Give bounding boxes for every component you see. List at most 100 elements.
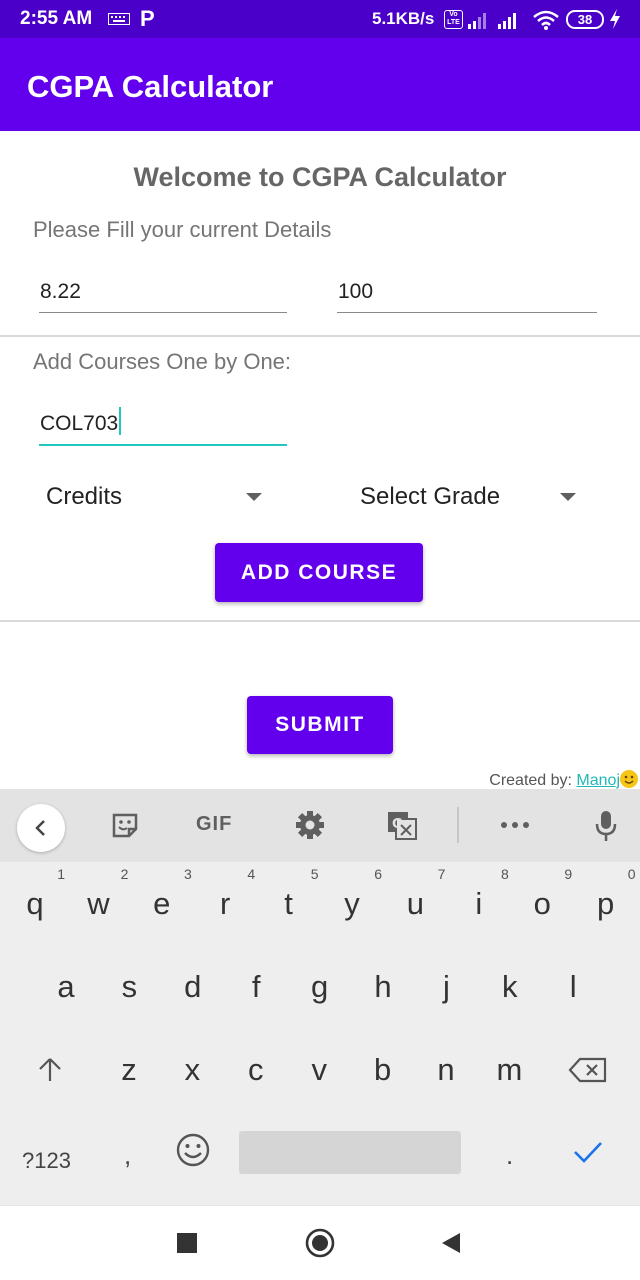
keyboard-toolbar: GIF G xyxy=(0,789,640,862)
key-l[interactable]: l xyxy=(541,949,605,1021)
credits-spinner[interactable]: Credits xyxy=(46,475,272,519)
current-cgpa-value: 8.22 xyxy=(40,280,81,303)
divider xyxy=(0,620,640,622)
key-hint: 1 xyxy=(57,866,65,882)
dropdown-arrow-icon xyxy=(246,493,262,501)
enter-check-icon[interactable] xyxy=(572,1138,604,1166)
key-label: i xyxy=(475,886,483,921)
author-link[interactable]: Manoj xyxy=(576,772,620,789)
volte-icon: Vo LTE xyxy=(444,10,463,29)
credits-footer: Created by: Manoj xyxy=(489,770,638,790)
key-hint: 0 xyxy=(627,866,636,882)
add-courses-label: Add Courses One by One: xyxy=(33,349,292,374)
current-credits-field[interactable]: 100 xyxy=(337,270,597,313)
key-label: u xyxy=(406,886,425,921)
key-hint: 2 xyxy=(120,866,129,882)
key-y[interactable]: y6 xyxy=(320,866,384,938)
backspace-key-icon[interactable] xyxy=(568,1056,608,1084)
period-key[interactable]: . xyxy=(506,1140,513,1171)
grade-spinner-label: Select Grade xyxy=(360,483,501,510)
key-n[interactable]: n xyxy=(414,1032,478,1104)
text-cursor xyxy=(119,407,122,435)
shift-key-icon[interactable] xyxy=(36,1056,64,1084)
dropdown-arrow-icon xyxy=(560,493,576,501)
key-label: v xyxy=(311,1052,327,1087)
recents-button-icon[interactable] xyxy=(177,1233,197,1253)
key-label: y xyxy=(344,886,360,921)
space-bar[interactable] xyxy=(239,1131,461,1174)
more-icon[interactable] xyxy=(500,821,530,829)
app-bar: CGPA Calculator xyxy=(0,38,640,131)
grade-spinner[interactable]: Select Grade xyxy=(360,475,582,519)
divider xyxy=(0,335,640,337)
credits-spinner-label: Credits xyxy=(46,483,123,510)
settings-icon[interactable] xyxy=(294,809,326,841)
sticker-icon[interactable] xyxy=(109,809,141,841)
key-v[interactable]: v xyxy=(287,1032,351,1104)
status-time: 2:55 AM xyxy=(20,8,93,29)
details-prompt: Please Fill your current Details xyxy=(33,217,332,242)
key-g[interactable]: g xyxy=(288,949,352,1021)
key-hint: 7 xyxy=(437,866,446,882)
key-label: e xyxy=(153,886,171,921)
comma-key[interactable]: , xyxy=(124,1140,131,1171)
key-x[interactable]: x xyxy=(160,1032,224,1104)
key-q[interactable]: q1 xyxy=(3,866,67,938)
key-label: r xyxy=(220,886,231,921)
course-code-value: COL703 xyxy=(40,407,122,436)
key-w[interactable]: w2 xyxy=(66,866,130,938)
key-o[interactable]: o9 xyxy=(510,866,574,938)
wifi-icon xyxy=(533,10,559,30)
key-m[interactable]: m xyxy=(477,1032,541,1104)
key-e[interactable]: e3 xyxy=(130,866,194,938)
submit-label: SUBMIT xyxy=(275,713,365,736)
course-code-field[interactable]: COL703 xyxy=(39,403,287,446)
submit-button[interactable]: SUBMIT xyxy=(247,696,393,754)
svg-text:G: G xyxy=(392,817,403,832)
app-title: CGPA Calculator xyxy=(27,69,274,104)
navigation-bar xyxy=(0,1205,640,1280)
key-label: g xyxy=(310,969,329,1004)
key-b[interactable]: b xyxy=(351,1032,415,1104)
mic-icon[interactable] xyxy=(594,809,618,843)
key-c[interactable]: c xyxy=(224,1032,288,1104)
key-label: z xyxy=(121,1052,137,1087)
back-icon[interactable] xyxy=(17,804,65,852)
key-d[interactable]: d xyxy=(161,949,225,1021)
key-label: a xyxy=(57,969,75,1004)
key-label: p xyxy=(596,886,615,921)
signal-icon xyxy=(468,13,486,29)
gif-icon[interactable]: GIF xyxy=(196,813,232,836)
key-t[interactable]: t5 xyxy=(257,866,321,938)
key-label: l xyxy=(569,969,577,1004)
add-course-button[interactable]: ADD COURSE xyxy=(215,543,423,602)
key-p[interactable]: p0 xyxy=(574,866,638,938)
symbols-key[interactable]: ?123 xyxy=(22,1148,71,1174)
key-r[interactable]: r4 xyxy=(193,866,257,938)
key-s[interactable]: s xyxy=(97,949,161,1021)
current-cgpa-field[interactable]: 8.22 xyxy=(39,270,287,313)
key-label: w xyxy=(87,886,110,921)
back-button-icon[interactable] xyxy=(441,1232,461,1254)
key-label: d xyxy=(184,969,202,1004)
key-h[interactable]: h xyxy=(351,949,415,1021)
key-label: k xyxy=(502,969,518,1004)
key-z[interactable]: z xyxy=(97,1032,161,1104)
toolbar-separator xyxy=(457,807,459,843)
translate-icon[interactable]: G xyxy=(386,809,418,841)
add-course-label: ADD COURSE xyxy=(240,561,398,584)
parking-icon: P xyxy=(140,6,155,31)
key-label: b xyxy=(373,1052,392,1087)
key-j[interactable]: j xyxy=(414,949,478,1021)
key-label: q xyxy=(26,886,44,921)
key-i[interactable]: i8 xyxy=(447,866,511,938)
key-label: h xyxy=(374,969,392,1004)
emoji-key-icon[interactable] xyxy=(175,1132,211,1168)
key-a[interactable]: a xyxy=(34,949,98,1021)
key-f[interactable]: f xyxy=(224,949,288,1021)
key-label: x xyxy=(184,1052,201,1087)
key-k[interactable]: k xyxy=(478,949,542,1021)
home-button-icon[interactable] xyxy=(305,1228,335,1258)
battery-icon: 38 xyxy=(566,10,604,29)
key-u[interactable]: u7 xyxy=(383,866,447,938)
